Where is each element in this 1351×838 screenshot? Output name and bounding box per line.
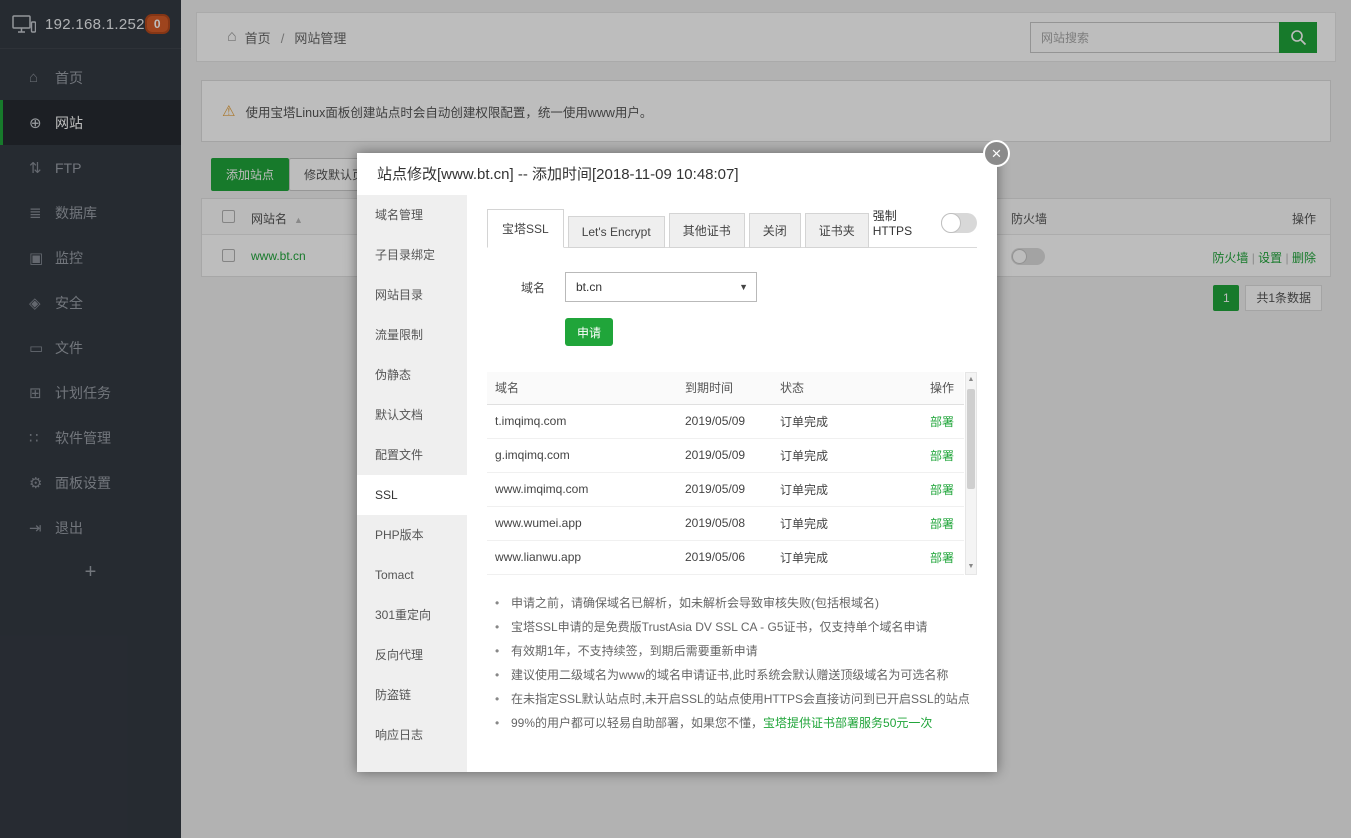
menu-item-reverse-proxy[interactable]: 反向代理 (357, 635, 467, 675)
cert-row: g.imqimq.com 2019/05/09 订单完成 部署 (487, 438, 964, 472)
cert-row: www.lianwu.app 2019/05/06 订单完成 部署 (487, 540, 964, 574)
cert-status: 订单完成 (772, 404, 892, 438)
menu-item-traffic-limit[interactable]: 流量限制 (357, 315, 467, 355)
force-https-label: 强制HTTPS (873, 207, 931, 238)
tab-close[interactable]: 关闭 (749, 213, 801, 248)
tab-cert-folder[interactable]: 证书夹 (805, 213, 869, 248)
scroll-down-icon[interactable]: ▼ (966, 561, 976, 573)
deploy-link[interactable]: 部署 (930, 551, 954, 565)
menu-item-subdir[interactable]: 子目录绑定 (357, 235, 467, 275)
note-item: 在未指定SSL默认站点时,未开启SSL的站点使用HTTPS会直接访问到已开启SS… (495, 687, 977, 711)
menu-item-domains[interactable]: 域名管理 (357, 195, 467, 235)
cert-row: t.imqimq.com 2019/05/09 订单完成 部署 (487, 404, 964, 438)
cert-table: 域名 到期时间 状态 操作 t.imqimq.com 2019/05/09 订单… (487, 372, 964, 575)
col-expire: 到期时间 (677, 372, 772, 404)
scrollbar-thumb[interactable] (967, 389, 975, 489)
cert-expire: 2019/05/06 (677, 540, 772, 574)
menu-item-site-dir[interactable]: 网站目录 (357, 275, 467, 315)
note-item: 申请之前，请确保域名已解析，如未解析会导致审核失败(包括根域名) (495, 591, 977, 615)
menu-item-hotlink[interactable]: 防盗链 (357, 675, 467, 715)
cert-domain: www.wumei.app (487, 506, 677, 540)
tab-other-cert[interactable]: 其他证书 (669, 213, 745, 248)
note-item: 建议使用二级域名为www的域名申请证书,此时系统会默认赠送顶级域名为可选名称 (495, 663, 977, 687)
note-item: 有效期1年，不支持续签，到期后需要重新申请 (495, 639, 977, 663)
menu-item-tomcat[interactable]: Tomact (357, 555, 467, 595)
menu-item-ssl[interactable]: SSL (357, 475, 467, 515)
menu-item-301-redirect[interactable]: 301重定向 (357, 595, 467, 635)
modal-title: 站点修改[www.bt.cn] -- 添加时间[2018-11-09 10:48… (357, 153, 997, 195)
apply-button[interactable]: 申请 (565, 318, 613, 346)
note-item: 宝塔SSL申请的是免费版TrustAsia DV SSL CA - G5证书，仅… (495, 615, 977, 639)
col-domain: 域名 (487, 372, 677, 404)
scroll-up-icon[interactable]: ▲ (966, 374, 976, 386)
cert-status: 订单完成 (772, 540, 892, 574)
site-edit-modal: × 站点修改[www.bt.cn] -- 添加时间[2018-11-09 10:… (357, 153, 997, 772)
domain-label: 域名 (487, 279, 545, 296)
toggle-knob (941, 213, 961, 233)
force-https: 强制HTTPS (873, 207, 977, 238)
close-icon[interactable]: × (983, 140, 1010, 167)
cert-status: 订单完成 (772, 438, 892, 472)
cert-expire: 2019/05/09 (677, 438, 772, 472)
domain-form-row: 域名 bt.cn ▼ (487, 272, 977, 302)
cert-domain: www.lianwu.app (487, 540, 677, 574)
ssl-panel: 宝塔SSL Let's Encrypt 其他证书 关闭 证书夹 强制HTTPS … (467, 195, 997, 772)
cert-domain: www.imqimq.com (487, 472, 677, 506)
menu-item-config-file[interactable]: 配置文件 (357, 435, 467, 475)
cert-status: 订单完成 (772, 472, 892, 506)
note-item: 99%的用户都可以轻易自助部署，如果您不懂，宝塔提供证书部署服务50元一次 (495, 711, 977, 735)
domain-select[interactable]: bt.cn ▼ (565, 272, 757, 302)
cert-expire: 2019/05/09 (677, 404, 772, 438)
cert-row: www.imqimq.com 2019/05/09 订单完成 部署 (487, 472, 964, 506)
note-text: 99%的用户都可以轻易自助部署，如果您不懂， (511, 716, 763, 730)
modal-menu: 域名管理 子目录绑定 网站目录 流量限制 伪静态 默认文档 配置文件 SSL P… (357, 195, 467, 772)
ssl-notes: 申请之前，请确保域名已解析，如未解析会导致审核失败(包括根域名) 宝塔SSL申请… (487, 591, 977, 735)
tab-lets-encrypt[interactable]: Let's Encrypt (568, 216, 665, 248)
cert-status: 订单完成 (772, 506, 892, 540)
cert-domain: t.imqimq.com (487, 404, 677, 438)
cert-table-header: 域名 到期时间 状态 操作 (487, 372, 964, 404)
cert-domain: g.imqimq.com (487, 438, 677, 472)
chevron-down-icon: ▼ (739, 273, 748, 301)
deploy-service-link[interactable]: 宝塔提供证书部署服务50元一次 (763, 716, 932, 730)
cert-table-wrap: 域名 到期时间 状态 操作 t.imqimq.com 2019/05/09 订单… (487, 372, 977, 575)
cert-expire: 2019/05/09 (677, 472, 772, 506)
scrollbar[interactable]: ▲ ▼ (965, 372, 977, 575)
domain-select-value: bt.cn (576, 280, 602, 294)
menu-item-response-log[interactable]: 响应日志 (357, 715, 467, 755)
deploy-link[interactable]: 部署 (930, 517, 954, 531)
cert-expire: 2019/05/08 (677, 506, 772, 540)
modal-body: 域名管理 子目录绑定 网站目录 流量限制 伪静态 默认文档 配置文件 SSL P… (357, 195, 997, 772)
deploy-link[interactable]: 部署 (930, 415, 954, 429)
ssl-tabs: 宝塔SSL Let's Encrypt 其他证书 关闭 证书夹 强制HTTPS (487, 207, 977, 248)
col-status: 状态 (772, 372, 892, 404)
cert-row: www.wumei.app 2019/05/08 订单完成 部署 (487, 506, 964, 540)
deploy-link[interactable]: 部署 (930, 449, 954, 463)
deploy-link[interactable]: 部署 (930, 483, 954, 497)
col-action: 操作 (892, 372, 964, 404)
tab-bt-ssl[interactable]: 宝塔SSL (487, 209, 564, 248)
force-https-toggle[interactable] (941, 213, 977, 233)
menu-item-default-doc[interactable]: 默认文档 (357, 395, 467, 435)
menu-item-php-version[interactable]: PHP版本 (357, 515, 467, 555)
menu-item-rewrite[interactable]: 伪静态 (357, 355, 467, 395)
